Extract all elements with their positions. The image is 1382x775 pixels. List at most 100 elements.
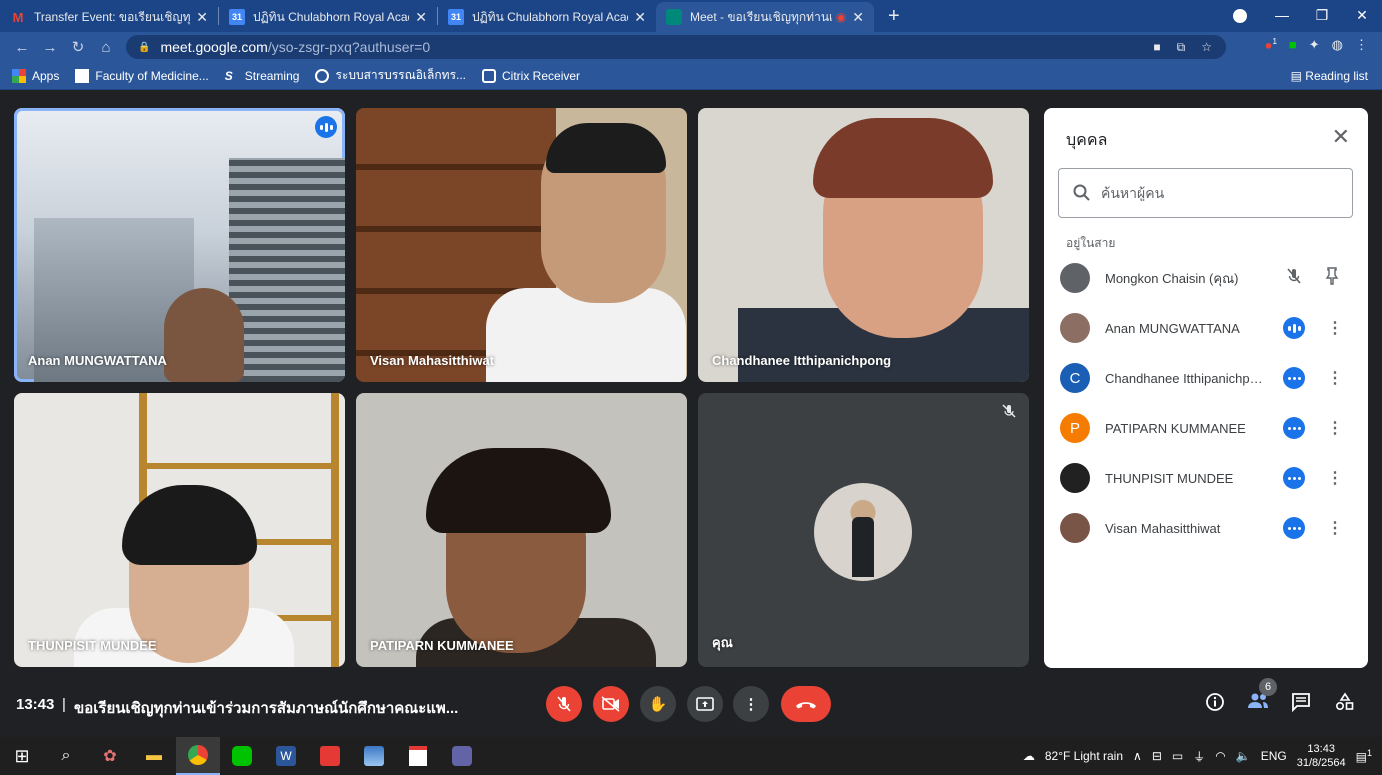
calendar-icon: 31 bbox=[448, 9, 464, 25]
meeting-details-button[interactable] bbox=[1203, 692, 1227, 717]
network-tray-icon[interactable]: ⊟ bbox=[1152, 749, 1162, 763]
avatar-figure bbox=[852, 517, 874, 577]
new-tab-button[interactable]: + bbox=[888, 5, 900, 28]
more-options-icon[interactable]: ⋮ bbox=[1327, 518, 1343, 538]
wifi-icon[interactable]: ◠ bbox=[1215, 749, 1225, 763]
close-tab-icon[interactable]: ✕ bbox=[196, 9, 208, 26]
tab-gmail[interactable]: M Transfer Event: ขอเรียนเชิญทุกท่านเ ✕ bbox=[0, 2, 218, 32]
url-field[interactable]: 🔒 meet.google.com/yso-zsgr-pxq?authuser=… bbox=[126, 35, 1226, 59]
pin-icon[interactable] bbox=[1325, 266, 1339, 290]
tab-search-icon[interactable] bbox=[1233, 9, 1247, 23]
bookmark-label: ระบบสารบรรณอิเล็กทร... bbox=[335, 68, 467, 82]
menu-icon[interactable]: ⋮ bbox=[1355, 37, 1368, 53]
teams-app-icon[interactable] bbox=[440, 737, 484, 775]
present-button[interactable] bbox=[687, 686, 723, 722]
participant-row[interactable]: P PATIPARN KUMMANEE ⋮ bbox=[1060, 408, 1360, 448]
file-explorer-icon[interactable]: ▬ bbox=[132, 737, 176, 775]
video-tile-thunpisit[interactable]: THUNPISIT MUNDEE bbox=[14, 393, 345, 667]
tab-title: Meet - ขอเรียนเชิญทุกท่านเข้าร่ bbox=[690, 9, 832, 24]
video-tile-self[interactable]: คุณ bbox=[698, 393, 1029, 667]
line-app-icon[interactable] bbox=[220, 737, 264, 775]
bookmark-citrix[interactable]: Citrix Receiver bbox=[482, 68, 580, 83]
tile-name: THUNPISIT MUNDEE bbox=[28, 638, 157, 653]
info-icon bbox=[1206, 693, 1224, 711]
more-vert-icon: ⋮ bbox=[743, 696, 759, 713]
close-window-icon[interactable]: ✕ bbox=[1342, 7, 1382, 24]
participant-name: Chandhanee Itthipanichpo... bbox=[1105, 370, 1267, 386]
close-tab-icon[interactable]: ✕ bbox=[415, 9, 427, 26]
more-options-icon[interactable]: ⋮ bbox=[1327, 318, 1343, 338]
chat-button[interactable] bbox=[1289, 692, 1313, 717]
bookmark-saraban[interactable]: ระบบสารบรรณอิเล็กทร... bbox=[315, 66, 466, 85]
notification-icon[interactable]: ▤1 bbox=[1356, 748, 1372, 764]
video-tile-visan[interactable]: Visan Mahasitthiwat bbox=[356, 108, 687, 382]
weather-text[interactable]: 82°F Light rain bbox=[1045, 749, 1123, 763]
participant-row[interactable]: C Chandhanee Itthipanichpo... ⋮ bbox=[1060, 358, 1360, 398]
search-icon[interactable]: ⌕ bbox=[44, 737, 88, 775]
minimize-icon[interactable]: — bbox=[1262, 7, 1302, 23]
avatar bbox=[1060, 513, 1090, 543]
translate-icon[interactable]: ⧉ bbox=[1177, 40, 1186, 55]
camera-app-icon[interactable] bbox=[308, 737, 352, 775]
chevron-up-icon[interactable]: ∧ bbox=[1133, 749, 1142, 763]
bookmark-faculty[interactable]: Faculty of Medicine... bbox=[75, 68, 209, 83]
lock-icon[interactable]: 🔒 bbox=[138, 42, 150, 53]
leave-call-button[interactable] bbox=[781, 686, 831, 722]
close-tab-icon[interactable]: ✕ bbox=[852, 9, 864, 26]
mic-toggle-button[interactable] bbox=[546, 686, 582, 722]
more-options-icon[interactable]: ⋮ bbox=[1327, 368, 1343, 388]
line-extension-icon[interactable]: ■ bbox=[1289, 37, 1297, 53]
maximize-icon[interactable]: ❐ bbox=[1302, 7, 1342, 24]
chrome-icon[interactable] bbox=[176, 737, 220, 775]
acrobat-app-icon[interactable] bbox=[396, 737, 440, 775]
usb-icon[interactable]: ⏚ bbox=[1193, 748, 1205, 765]
clock-date[interactable]: 13:43 31/8/2564 bbox=[1297, 742, 1346, 770]
back-icon[interactable]: ← bbox=[8, 39, 36, 56]
bookmark-apps[interactable]: Apps bbox=[12, 68, 59, 83]
more-options-button[interactable]: ⋮ bbox=[733, 686, 769, 722]
volume-icon[interactable]: 🔈 bbox=[1236, 749, 1251, 763]
search-input[interactable] bbox=[1101, 185, 1321, 201]
avatar bbox=[1060, 463, 1090, 493]
activities-button[interactable] bbox=[1333, 692, 1357, 717]
close-tab-icon[interactable]: ✕ bbox=[634, 9, 646, 26]
reading-list-button[interactable]: ▤ Reading list bbox=[1291, 69, 1368, 83]
people-panel: บุคคล ✕ อยู่ในสาย Mongkon Chaisin (คุณ) … bbox=[1044, 108, 1368, 668]
tab-meet[interactable]: Meet - ขอเรียนเชิญทุกท่านเข้าร่ ◉ ✕ bbox=[656, 2, 874, 32]
page-icon bbox=[75, 68, 90, 83]
bookmark-streaming[interactable]: S Streaming bbox=[225, 69, 300, 83]
video-tile-chandhanee[interactable]: Chandhanee Itthipanichpong bbox=[698, 108, 1029, 382]
video-tile-patiparn[interactable]: PATIPARN KUMMANEE bbox=[356, 393, 687, 667]
avatar: C bbox=[1060, 363, 1090, 393]
forward-icon[interactable]: → bbox=[36, 39, 64, 56]
home-icon[interactable]: ⌂ bbox=[92, 39, 120, 56]
camera-toggle-button[interactable] bbox=[593, 686, 629, 722]
photos-app-icon[interactable] bbox=[352, 737, 396, 775]
close-icon[interactable]: ✕ bbox=[1332, 124, 1350, 150]
battery-icon[interactable]: ▭ bbox=[1172, 749, 1183, 763]
meet-icon bbox=[666, 9, 682, 25]
video-tile-anan[interactable]: Anan MUNGWATTANA bbox=[14, 108, 345, 382]
search-field[interactable] bbox=[1058, 168, 1353, 218]
profile-avatar[interactable]: ◍ bbox=[1332, 37, 1343, 53]
camera-icon[interactable]: ■ bbox=[1153, 40, 1160, 55]
participant-row[interactable]: THUNPISIT MUNDEE ⋮ bbox=[1060, 458, 1360, 498]
input-language[interactable]: ENG bbox=[1261, 749, 1287, 763]
extension-icon[interactable]: ●1 bbox=[1265, 37, 1277, 53]
tab-calendar-1[interactable]: 31 ปฏิทิน Chulabhorn Royal Academy ✕ bbox=[219, 2, 437, 32]
start-windows-icon[interactable]: ⊞ bbox=[0, 737, 44, 775]
tab-calendar-2[interactable]: 31 ปฏิทิน Chulabhorn Royal Academy ✕ bbox=[438, 2, 656, 32]
more-options-icon[interactable]: ⋮ bbox=[1327, 418, 1343, 438]
word-app-icon[interactable]: W bbox=[264, 737, 308, 775]
participant-row[interactable]: Mongkon Chaisin (คุณ) bbox=[1060, 258, 1360, 298]
gmail-icon: M bbox=[12, 9, 24, 25]
bookmark-star-icon[interactable]: ☆ bbox=[1201, 40, 1212, 55]
search-icon bbox=[1073, 184, 1090, 201]
more-options-icon[interactable]: ⋮ bbox=[1327, 468, 1343, 488]
participant-row[interactable]: Visan Mahasitthiwat ⋮ bbox=[1060, 508, 1360, 548]
paint-app-icon[interactable]: ✿ bbox=[88, 737, 132, 775]
reload-icon[interactable]: ↻ bbox=[64, 38, 92, 56]
raise-hand-button[interactable]: ✋ bbox=[640, 686, 676, 722]
puzzle-icon[interactable]: ✦ bbox=[1309, 37, 1320, 53]
participant-row[interactable]: Anan MUNGWATTANA ⋮ bbox=[1060, 308, 1360, 348]
